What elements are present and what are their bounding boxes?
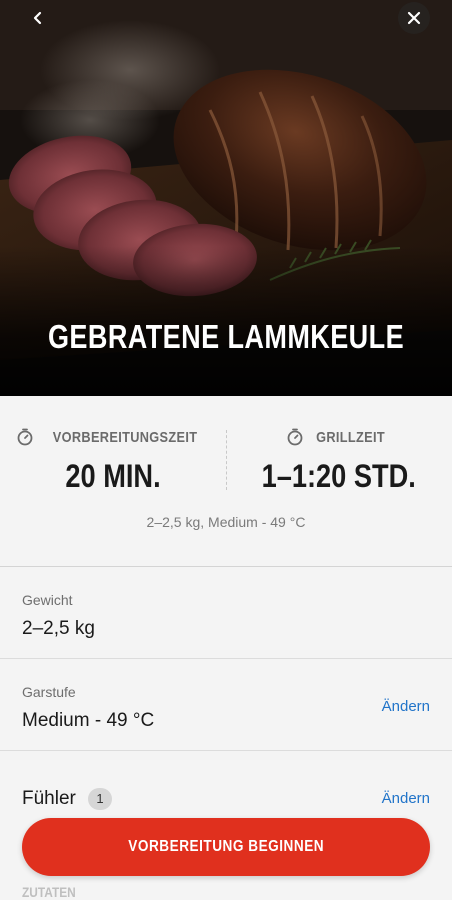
back-button[interactable] [22,2,54,34]
doneness-value: Medium - 49 °C [22,710,155,731]
grill-time-value: 1–1:20 STD. [261,458,417,494]
grill-time-stat: GRILLZEIT 1–1:20 STD. [226,428,452,495]
close-button[interactable] [398,2,430,34]
change-doneness-link[interactable]: Ändern [382,698,430,715]
ingredients-heading: ZUTATEN [22,884,76,900]
stopwatch-icon [288,428,303,446]
prep-time-label: VORBEREITUNGSZEIT [52,428,198,446]
hero-image: GEBRATENE LAMMKEULE [0,0,452,396]
chevron-left-icon [33,11,42,25]
stats-summary: 2–2,5 kg, Medium - 49 °C [146,514,306,530]
recipe-stats: VORBEREITUNGSZEIT 20 MIN. GRILLZEIT 1–1:… [0,396,452,567]
recipe-title: GEBRATENE LAMMKEULE [47,318,405,355]
stopwatch-icon [17,428,33,446]
prep-time-value: 20 MIN. [65,458,161,494]
doneness-row: Garstufe Medium - 49 °C Ändern [0,658,452,751]
weight-row: Gewicht 2–2,5 kg [0,566,452,659]
weight-value: 2–2,5 kg [22,618,95,639]
doneness-label: Garstufe [22,684,76,700]
start-preparation-label: VORBEREITUNG BEGINNEN [128,838,324,855]
grill-time-label: GRILLZEIT [316,428,386,446]
prep-time-stat: VORBEREITUNGSZEIT 20 MIN. [0,428,226,495]
close-icon [407,11,421,25]
start-preparation-button[interactable]: VORBEREITUNG BEGINNEN [22,818,430,876]
weight-label: Gewicht [22,592,73,608]
probe-label: Fühler [22,788,76,809]
probe-count-badge: 1 [88,788,112,810]
change-probe-link[interactable]: Ändern [382,790,430,807]
